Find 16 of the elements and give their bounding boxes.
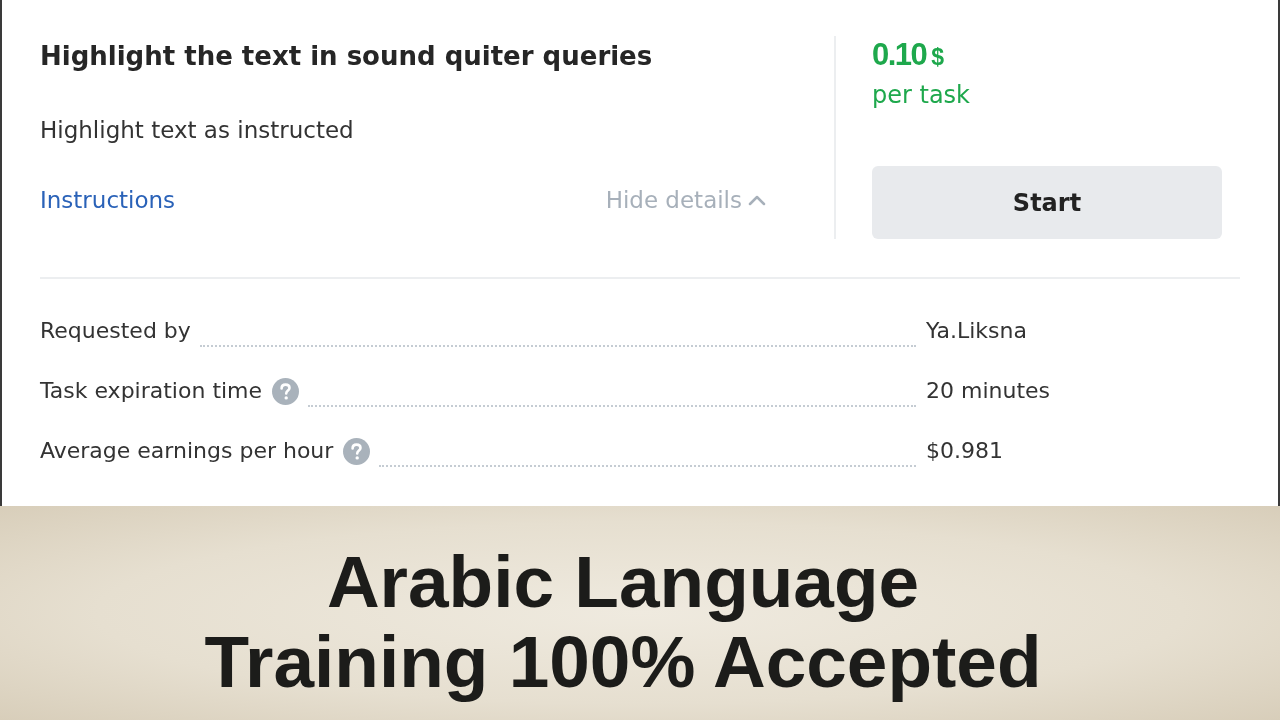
detail-value: Ya.Liksna — [926, 317, 1028, 345]
detail-label: Requested by — [40, 317, 191, 345]
price-per-task: 0.10 $ — [872, 37, 945, 74]
help-icon[interactable] — [272, 377, 300, 405]
start-button[interactable]: Start — [872, 166, 1222, 239]
detail-label: Average earnings per hour — [40, 437, 334, 465]
task-title: Highlight the text in sound quiter queries — [40, 40, 653, 73]
detail-value: $0.981 — [926, 437, 1004, 465]
price-unit: per task — [872, 80, 970, 110]
help-icon[interactable] — [343, 437, 371, 465]
instructions-link[interactable]: Instructions — [40, 185, 176, 215]
banner-heading-line: Training 100% Accepted — [204, 622, 1042, 702]
banner-heading-line: Arabic Language — [326, 542, 920, 622]
detail-value: 20 minutes — [926, 377, 1052, 405]
task-description: Highlight text as instructed — [40, 116, 354, 145]
detail-label: Task expiration time — [40, 377, 263, 405]
